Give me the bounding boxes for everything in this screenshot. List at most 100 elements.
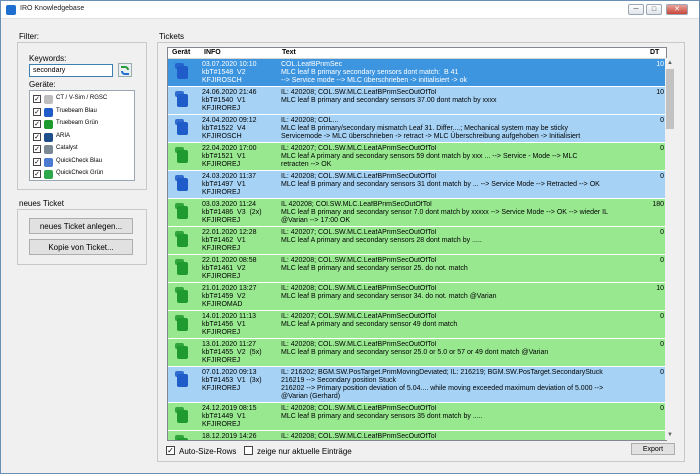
cell-text: IL: 420208; COL.SW.MLC.LeafBPrimSecOutOf…	[281, 285, 641, 301]
maximize-button[interactable]: □	[646, 4, 662, 15]
cell-dt: 0	[660, 257, 664, 264]
refresh-button[interactable]	[118, 63, 132, 77]
device-checkbox[interactable]: ✓	[33, 132, 41, 141]
table-row[interactable]: 24.04.2020 09:12 kbT#1522 V4 KFJIROSCH IL: …	[168, 115, 666, 143]
device-checkbox[interactable]: ✓	[33, 157, 41, 166]
table-row[interactable]: 22.01.2020 12:28 kbT#1462 V1 KFJIROREJ IL: …	[168, 227, 666, 255]
text-line: IL: 420208; COL.SW.MLC.LeafBPrimSecOutOf…	[281, 405, 437, 412]
cell-info: 22.04.2020 17:00 kbT#1521 V1 KFJIROREJ	[202, 145, 282, 169]
scroll-up-icon[interactable]: ▲	[665, 58, 675, 68]
devices-list: ✓ CT / V-Sim / RGSC ✓ Truebeam Blau ✓ Truebea…	[29, 90, 135, 181]
info-line: KFJIROREJ	[202, 189, 241, 196]
device-item[interactable]: ✓ QuickCheck Blau	[33, 157, 133, 168]
table-row[interactable]: 07.01.2020 09:13 kbT#1453 V1 (3x) KFJIRORE…	[168, 367, 666, 403]
cell-info: 07.01.2020 09:13 kbT#1453 V1 (3x) KFJIRORE…	[202, 369, 282, 393]
close-button[interactable]: ✕	[666, 4, 688, 15]
table-row[interactable]: 24.03.2020 11:37 kbT#1497 V1 KFJIROREJ IL: …	[168, 171, 666, 199]
device-checkbox[interactable]: ✓	[33, 120, 41, 128]
text-line: MLC leaf B primary and secondary sensor …	[281, 293, 497, 300]
device-item[interactable]: ✓ Truebeam Grün	[33, 119, 133, 130]
table-row[interactable]: 22.01.2020 08:58 kbT#1461 V2 KFJIROREJ IL: …	[168, 255, 666, 283]
device-label: QuickCheck Blau	[56, 157, 103, 164]
tickets-table: Gerät INFO Text DT 03.07.2020 10:10 kbT#1…	[167, 47, 667, 441]
device-item[interactable]: ✓ QuickCheck Grün	[33, 169, 133, 180]
cell-dt: 0	[660, 145, 664, 152]
scroll-thumb[interactable]	[666, 69, 674, 129]
device-item[interactable]: ✓ ARIA	[33, 132, 133, 143]
device-icon	[44, 107, 53, 117]
text-line: IL: 420207; COL.SW.MLC.LeafAPrimSecOutOf…	[281, 229, 437, 236]
device-checkbox[interactable]: ✓	[33, 107, 41, 116]
truebeam-green-icon	[175, 259, 189, 277]
info-line: 24.04.2020 09:12	[202, 117, 257, 124]
cell-info: 24.04.2020 09:12 kbT#1522 V4 KFJIROSCH	[202, 117, 282, 141]
device-item[interactable]: ✓ CT / V-Sim / RGSC	[33, 94, 133, 105]
cell-dt: 0	[660, 173, 664, 180]
copy-ticket-button[interactable]: Kopie von Ticket...	[29, 239, 133, 255]
device-item[interactable]: ✓ Truebeam Blau	[33, 107, 133, 118]
device-item[interactable]: ✓ Catalyst	[33, 144, 133, 155]
info-line: 24.06.2020 21:46	[202, 89, 257, 96]
header-dt[interactable]: DT	[650, 49, 659, 56]
cell-text: IL: 420208; COL.SW.MLC.LeafBPrimSecOutOf…	[281, 405, 641, 421]
text-line: MLC leaf B primary and secondary sensor …	[281, 265, 468, 272]
scroll-down-icon[interactable]: ▼	[665, 430, 675, 440]
device-checkbox[interactable]: ✓	[33, 145, 41, 153]
table-row[interactable]: 03.07.2020 10:10 kbT#1548 V2 KFJIROSCH COL.…	[168, 59, 666, 87]
table-row[interactable]: 24.12.2019 08:15 kbT#1449 V1 KFJIROREJ IL: …	[168, 403, 666, 431]
cell-dt: 0	[660, 369, 664, 376]
device-label: Truebeam Grün	[56, 120, 99, 126]
header-info[interactable]: INFO	[204, 49, 221, 56]
auto-size-rows-checkbox[interactable]: ✓	[166, 446, 175, 455]
text-line: IL: 420208; COL.SW.MLC.LeafBPrimSecOutOf…	[281, 433, 437, 440]
text-line: MLC leaf B primary and secondary sensors…	[281, 97, 497, 104]
app-window: IRO Knowledgebase ─ □ ✕ Filter: Keywords…	[0, 0, 700, 474]
device-label: QuickCheck Grün	[56, 170, 104, 176]
cell-text: IL: 420208; COL.SW.MLC.LeafBPrimSecOutOf…	[281, 173, 641, 189]
new-ticket-group-label: neues Ticket	[19, 199, 64, 208]
table-row[interactable]: 21.01.2020 13:27 kbT#1459 V2 KFJIROMAD IL: …	[168, 283, 666, 311]
cell-text: IL: 420208; COL.SW.MLC.LeafBPrimSecOutOf…	[281, 433, 641, 440]
header-text[interactable]: Text	[282, 49, 296, 56]
cell-dt: 0	[660, 341, 664, 348]
table-row[interactable]: 13.01.2020 11:27 kbT#1455 V2 (5x) KFJIRORE…	[168, 339, 666, 367]
text-line: IL: 420207; COL.SW.MLC.LeafAPrimSecOutOf…	[281, 313, 437, 320]
device-icon	[44, 95, 53, 104]
text-line: MLC leaf B primary and secondary sensors…	[281, 181, 600, 188]
table-scrollbar[interactable]: ▲ ▼	[665, 58, 675, 440]
info-line: kbT#1486 V3 (2x)	[202, 209, 262, 216]
truebeam-blue-icon	[175, 119, 189, 137]
text-line: @Varian (Gerhard)	[281, 393, 341, 400]
table-row[interactable]: 18.12.2019 14:26 IL: 420208; COL.SW.MLC.L…	[168, 431, 666, 440]
text-line: 216202 --> Primary position deviation of…	[281, 385, 604, 392]
table-row[interactable]: 24.06.2020 21:46 kbT#1540 V1 KFJIROREJ IL: …	[168, 87, 666, 115]
table-row[interactable]: 14.01.2020 11:13 kbT#1456 V1 KFJIROREJ IL: …	[168, 311, 666, 339]
truebeam-green-icon	[175, 407, 189, 425]
info-line: KFJIROMAD	[202, 301, 243, 308]
create-ticket-button[interactable]: neues Ticket anlegen...	[29, 218, 133, 234]
info-line: kbT#1449 V1	[202, 413, 246, 420]
table-row[interactable]: 03.03.2020 11:24 kbT#1486 V3 (2x) KFJIRORE…	[168, 199, 666, 227]
info-line: KFJIROREJ	[202, 105, 241, 112]
info-line: kbT#1521 V1	[202, 153, 246, 160]
truebeam-green-icon	[175, 343, 189, 361]
table-row[interactable]: 22.04.2020 17:00 kbT#1521 V1 KFJIROREJ IL: …	[168, 143, 666, 171]
cell-info: 14.01.2020 11:13 kbT#1456 V1 KFJIROREJ	[202, 313, 282, 337]
keywords-input[interactable]	[29, 64, 113, 77]
header-geraet[interactable]: Gerät	[172, 49, 190, 56]
device-checkbox[interactable]: ✓	[33, 95, 41, 103]
export-button[interactable]: Export	[631, 443, 675, 455]
minimize-button[interactable]: ─	[628, 4, 644, 15]
only-current-checkbox[interactable]	[244, 446, 253, 455]
cell-text: IL: 420208; COL.SW.MLC.LeafBPrimSecOutOf…	[281, 341, 641, 357]
cell-dt: 10	[656, 285, 664, 292]
cell-text: IL: 420207; COL.SW.MLC.LeafAPrimSecOutOf…	[281, 145, 641, 169]
device-checkbox[interactable]: ✓	[33, 170, 41, 178]
info-line: 03.03.2020 11:24	[202, 201, 256, 208]
cell-info: 22.01.2020 08:58 kbT#1461 V2 KFJIROREJ	[202, 257, 282, 281]
device-icon	[44, 170, 53, 179]
refresh-icon	[121, 66, 129, 70]
text-line: retracten --> OK	[281, 161, 332, 168]
cell-info: 03.03.2020 11:24 kbT#1486 V3 (2x) KFJIRORE…	[202, 201, 282, 225]
truebeam-green-icon	[175, 147, 189, 165]
